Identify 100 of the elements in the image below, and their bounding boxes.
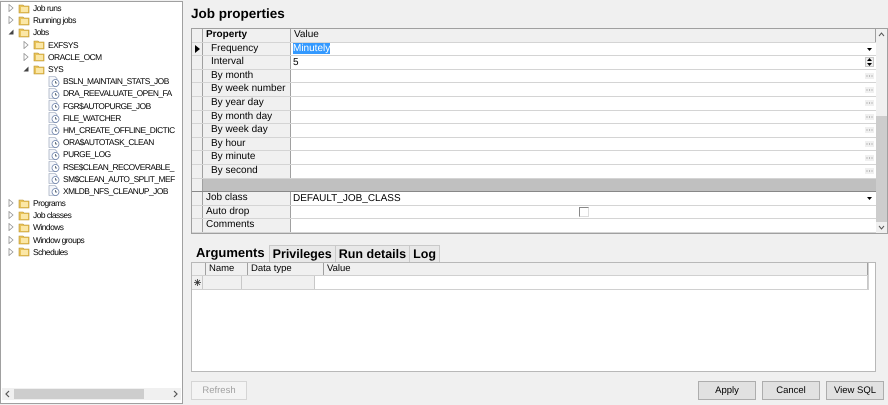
row-header-cell[interactable]: [192, 96, 203, 110]
clock-document-icon: [48, 112, 60, 124]
tree-item[interactable]: ORACLE_OCM: [48, 52, 102, 62]
tree-item[interactable]: FILE_WATCHER: [63, 112, 121, 123]
ellipsis-icon[interactable]: [865, 98, 874, 108]
tree-item[interactable]: SM$CLEAN_AUTO_SPLIT_MEF: [63, 174, 175, 184]
action-button[interactable]: Cancel: [762, 380, 820, 400]
clock-document-icon: [48, 185, 60, 196]
table-cell[interactable]: [203, 276, 242, 289]
tree-item[interactable]: DRA_REEVALUATE_OPEN_FA: [63, 88, 172, 98]
row-header-cell[interactable]: [192, 70, 203, 82]
property-value[interactable]: DEFAULT_JOB_CLASS: [293, 192, 401, 204]
spin-arrows-icon[interactable]: [865, 57, 874, 68]
row-header-cell[interactable]: [192, 192, 203, 205]
property-name: By year day: [203, 96, 291, 110]
ellipsis-icon[interactable]: [865, 152, 874, 163]
tree-item[interactable]: Windows: [33, 222, 64, 232]
collapsed-arrow-icon[interactable]: [7, 236, 15, 244]
property-name: Frequency: [203, 42, 291, 56]
property-name: Auto drop: [203, 206, 291, 218]
collapsed-arrow-icon[interactable]: [7, 16, 15, 24]
property-name: Job class: [203, 192, 291, 205]
action-button[interactable]: View SQL: [826, 380, 884, 400]
clock-document-icon: [48, 100, 60, 112]
tree-item[interactable]: ORA$AUTOTASK_CLEAN: [63, 137, 154, 148]
folder-icon: [18, 198, 30, 209]
ellipsis-icon[interactable]: [865, 112, 874, 122]
column-header: Value: [291, 29, 876, 42]
tree-item[interactable]: FGR$AUTOPURGE_JOB: [63, 100, 151, 111]
folder-icon: [33, 39, 45, 50]
tree-item[interactable]: Window groups: [33, 234, 84, 245]
tree-item[interactable]: Programs: [33, 198, 66, 208]
ellipsis-icon[interactable]: [865, 139, 874, 150]
expanded-arrow-icon[interactable]: [22, 65, 30, 74]
row-header-cell[interactable]: [192, 83, 203, 96]
row-header-cell[interactable]: [192, 206, 203, 218]
property-name: By month day: [203, 110, 291, 124]
collapsed-arrow-icon[interactable]: [7, 211, 15, 220]
row-header-cell[interactable]: [192, 110, 203, 124]
collapsed-arrow-icon[interactable]: [7, 248, 15, 256]
new-row-icon: [194, 279, 200, 286]
property-name: By second: [203, 164, 291, 178]
property-name: By month: [203, 70, 291, 82]
ellipsis-icon[interactable]: [865, 71, 874, 82]
column-header: Data type: [248, 262, 324, 276]
tree-item[interactable]: Schedules: [33, 246, 68, 257]
tab[interactable]: Run details: [334, 244, 410, 262]
tree-item[interactable]: HM_CREATE_OFFLINE_DICTIC: [63, 124, 175, 135]
property-value[interactable]: 5: [293, 56, 299, 68]
tree-item[interactable]: Job runs: [33, 3, 62, 14]
tree-item[interactable]: RSE$CLEAN_RECOVERABLE_: [63, 162, 174, 172]
folder-icon: [18, 222, 30, 233]
row-header-cell[interactable]: [192, 164, 203, 178]
row-header-cell[interactable]: [192, 151, 203, 164]
expanded-arrow-icon[interactable]: [7, 28, 15, 36]
tree-item[interactable]: XMLDB_NFS_CLEANUP_JOB: [63, 186, 168, 196]
checkbox[interactable]: [579, 207, 589, 218]
ellipsis-icon[interactable]: [865, 166, 874, 176]
column-header: Value: [324, 262, 868, 276]
clock-document-icon: [48, 173, 60, 184]
action-button[interactable]: Apply: [698, 380, 756, 400]
tree-item[interactable]: EXFSYS: [48, 40, 78, 50]
row-header-cell[interactable]: [192, 56, 203, 69]
property-name: By week day: [203, 124, 291, 137]
property-name: By week number: [203, 83, 291, 96]
row-header-cell[interactable]: [192, 124, 203, 137]
folder-icon: [33, 51, 45, 62]
folder-icon: [18, 234, 30, 246]
tree-item[interactable]: Running jobs: [33, 15, 76, 26]
clock-document-icon: [48, 124, 60, 136]
clock-document-icon: [48, 88, 60, 99]
tab[interactable]: Log: [409, 244, 440, 262]
clock-document-icon: [48, 136, 60, 148]
collapsed-arrow-icon[interactable]: [7, 223, 15, 232]
tree-item[interactable]: SYS: [48, 64, 64, 74]
row-header-cell[interactable]: [192, 138, 203, 150]
tab[interactable]: Privileges: [268, 244, 336, 262]
property-name: By hour: [203, 138, 291, 150]
collapsed-arrow-icon[interactable]: [22, 52, 30, 61]
clock-document-icon: [48, 161, 60, 172]
ellipsis-icon[interactable]: [865, 125, 874, 136]
vertical-scrollbar[interactable]: [876, 29, 887, 233]
tree-item[interactable]: BSLN_MAINTAIN_STATS_JOB: [63, 76, 169, 86]
collapsed-arrow-icon[interactable]: [7, 4, 15, 12]
ellipsis-icon[interactable]: [865, 84, 874, 95]
section-title: Job properties: [191, 6, 286, 23]
tree-item[interactable]: PURGE_LOG: [63, 149, 111, 160]
tree-item[interactable]: Job classes: [33, 210, 72, 220]
collapsed-arrow-icon[interactable]: [7, 199, 15, 208]
clock-document-icon: [48, 148, 60, 160]
property-name: Comments: [203, 219, 291, 232]
row-header-cell[interactable]: [192, 42, 203, 56]
property-name: Interval: [203, 56, 291, 69]
folder-icon: [18, 26, 30, 38]
collapsed-arrow-icon[interactable]: [22, 40, 30, 49]
horizontal-scrollbar[interactable]: [2, 388, 181, 400]
table-cell[interactable]: [242, 276, 315, 289]
property-name: By minute: [203, 151, 291, 164]
row-header-cell[interactable]: [192, 219, 203, 232]
tree-item[interactable]: Jobs: [33, 27, 49, 38]
